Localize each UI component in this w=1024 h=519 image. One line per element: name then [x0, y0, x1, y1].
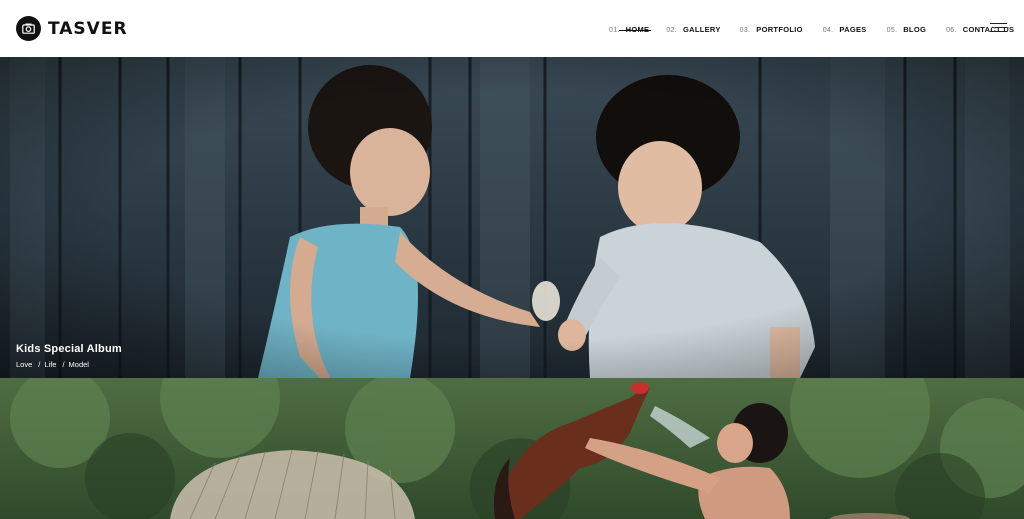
tag-link[interactable]: Life	[44, 360, 56, 369]
tag-link[interactable]: Model	[69, 360, 89, 369]
nav-item-gallery[interactable]: 02. GALLERY	[666, 25, 720, 34]
active-indicator	[619, 30, 652, 31]
tag-separator: /	[38, 360, 41, 369]
nav-number: 02.	[666, 27, 677, 34]
album-tags: Love / Life / Model	[16, 360, 122, 369]
nav-item-home[interactable]: 01. HOME	[609, 25, 652, 34]
nav-label: PAGES	[839, 25, 867, 34]
logo[interactable]: TASVER	[16, 16, 128, 41]
site-header: TASVER 01. HOME 02. GALLERY 03. PORTFOLI…	[0, 0, 1024, 57]
nav-item-pages[interactable]: 04. PAGES	[823, 25, 867, 34]
tag-link[interactable]: Love	[16, 360, 32, 369]
nav-number: 06.	[946, 27, 957, 34]
main-nav: 01. HOME 02. GALLERY 03. PORTFOLIO 04. P…	[609, 24, 1014, 35]
camera-icon	[16, 16, 41, 41]
nav-number: 04.	[822, 27, 834, 34]
kids-photo	[0, 57, 1024, 378]
nav-item-blog[interactable]: 05. BLOG	[887, 25, 927, 34]
nav-item-portfolio[interactable]: 03. PORTFOLIO	[740, 25, 803, 34]
album-title[interactable]: Kids Special Album	[16, 343, 122, 355]
rooster-photo	[0, 378, 1024, 519]
hero-slide-rooster[interactable]	[0, 378, 1024, 519]
nav-number: 05.	[886, 27, 898, 34]
nav-label: GALLERY	[682, 25, 721, 34]
tag-separator: /	[62, 360, 65, 369]
nav-label: PORTFOLIO	[756, 25, 803, 34]
nav-label: BLOG	[903, 25, 927, 34]
nav-number: 03.	[739, 27, 751, 34]
brand-name: TASVER	[48, 18, 128, 39]
slide-caption: Kids Special Album Love / Life / Model	[16, 343, 122, 369]
hero-slide-kids[interactable]	[0, 57, 1024, 378]
hamburger-menu-icon[interactable]	[990, 23, 1007, 34]
